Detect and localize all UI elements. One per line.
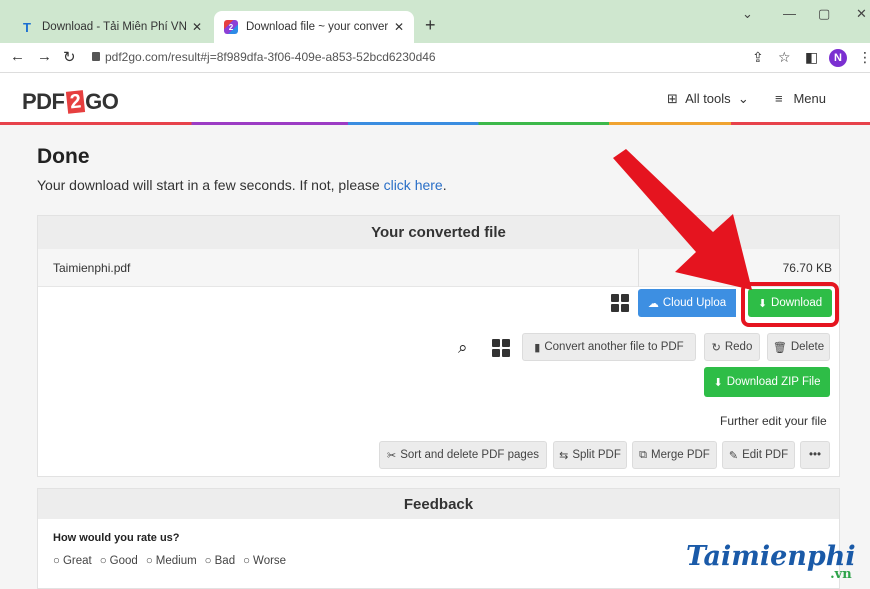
download-zip-button[interactable]: ⬇ Download ZIP File	[704, 367, 830, 397]
split-pdf-button[interactable]: ⇆ Split PDF	[553, 441, 627, 469]
address-bar: ← → ↻ pdf2go.com/result#j=8f989dfa-3f06-…	[0, 43, 870, 73]
close-window-icon[interactable]: ✕	[856, 6, 867, 22]
rating-options: Great Good Medium Bad Worse	[53, 555, 286, 567]
site-header: PDF 2 GO ⊞ All tools ⌄ ≡ Menu	[0, 73, 870, 125]
edit-pdf-button[interactable]: ✎ Edit PDF	[722, 441, 795, 469]
all-tools-menu[interactable]: ⊞ All tools ⌄	[667, 91, 749, 107]
cloud-upload-button[interactable]: ☁ Cloud Uploa	[638, 289, 736, 317]
trash-icon: 🗑	[772, 341, 787, 354]
sort-delete-label: Sort and delete PDF pages	[400, 449, 539, 461]
page-title: Done	[37, 145, 90, 168]
logo-text-mid: 2	[65, 90, 85, 114]
cloud-upload-icon: ☁	[647, 297, 659, 310]
tab-search-icon[interactable]: ⌄	[742, 6, 753, 22]
watermark-suffix: .vn	[830, 567, 852, 582]
browser-tab-taimienphi[interactable]: T Download - Tải Miễn Phí VN - Ph ✕	[10, 11, 212, 43]
redo-label: Redo	[724, 341, 753, 353]
url-field[interactable]: pdf2go.com/result#j=8f989dfa-3f06-409e-a…	[105, 50, 436, 64]
forward-icon[interactable]: →	[37, 48, 52, 65]
file-row: Taimienphi.pdf 76.70 KB	[38, 249, 839, 287]
file-icon: ▮	[534, 341, 541, 354]
rating-option-good[interactable]: Good	[100, 555, 138, 567]
edit-icon: ✎	[728, 449, 739, 462]
minimize-icon[interactable]: —	[783, 6, 796, 21]
browser-tab-strip: T Download - Tải Miễn Phí VN - Ph ✕ 2 Do…	[0, 0, 870, 43]
pdf2go-favicon-icon: 2	[224, 20, 238, 34]
merge-label: Merge PDF	[651, 449, 710, 461]
more-tools-button[interactable]: •••	[800, 441, 830, 469]
click-here-link[interactable]: click here	[384, 177, 443, 193]
reload-icon[interactable]: ↻	[63, 48, 76, 66]
taimienphi-watermark: Taimienphi .vn	[686, 541, 856, 582]
qr-code-icon[interactable]	[492, 339, 510, 357]
chevron-down-icon: ⌄	[737, 91, 749, 106]
divider	[638, 249, 639, 287]
menu-label: Menu	[793, 91, 826, 106]
split-icon: ⇆	[559, 449, 569, 462]
merge-icon: ⧉	[639, 448, 648, 461]
back-icon[interactable]: ←	[10, 48, 25, 65]
rating-option-bad[interactable]: Bad	[205, 555, 235, 567]
convert-another-label: Convert another file to PDF	[544, 341, 684, 353]
file-size: 76.70 KB	[782, 261, 832, 275]
hamburger-icon: ≡	[775, 91, 783, 106]
feedback-card: Feedback How would you rate us? Great Go…	[37, 488, 840, 589]
taimienphi-favicon-icon: T	[23, 19, 31, 35]
bookmark-star-icon[interactable]: ☆	[778, 49, 791, 66]
convert-another-button[interactable]: ▮ Convert another file to PDF	[522, 333, 696, 361]
tab-title: Download file ~ your conversion	[246, 21, 388, 33]
rating-option-medium[interactable]: Medium	[146, 555, 197, 567]
side-panel-icon[interactable]: ◧	[805, 49, 818, 66]
feedback-heading: Feedback	[38, 489, 839, 519]
maximize-icon[interactable]: ▢	[818, 6, 830, 22]
pdf2go-logo[interactable]: PDF 2 GO	[22, 89, 119, 115]
delete-button[interactable]: 🗑 Delete	[767, 333, 830, 361]
qr-code-icon[interactable]	[611, 294, 629, 312]
share-icon[interactable]: ⇪	[752, 49, 764, 66]
sort-delete-pages-button[interactable]: ✂ Sort and delete PDF pages	[379, 441, 547, 469]
tab-title: Download - Tải Miễn Phí VN - Ph	[42, 21, 186, 33]
menu-button[interactable]: ≡ Menu	[775, 91, 826, 106]
rating-question: How would you rate us?	[53, 532, 180, 544]
grid-icon: ⊞	[667, 91, 678, 106]
download-hint: Your download will start in a few second…	[37, 177, 447, 193]
rating-option-worse[interactable]: Worse	[243, 555, 286, 567]
close-tab-icon[interactable]: ✕	[192, 20, 202, 34]
browser-tab-pdf2go[interactable]: 2 Download file ~ your conversion ✕	[214, 11, 414, 43]
search-icon[interactable]: ⌕	[458, 338, 468, 358]
browser-menu-icon[interactable]: ⋮	[858, 49, 870, 66]
profile-avatar[interactable]: N	[829, 49, 847, 67]
new-tab-icon[interactable]: +	[425, 15, 436, 36]
hint-end: .	[442, 177, 447, 193]
further-edit-label: Further edit your file	[720, 414, 827, 428]
rating-option-great[interactable]: Great	[53, 555, 92, 567]
hint-text: Your download will start in a few second…	[37, 177, 384, 193]
split-label: Split PDF	[572, 449, 621, 461]
logo-text-right: GO	[85, 89, 119, 114]
cloud-upload-label: Cloud Uploa	[662, 297, 727, 309]
file-name: Taimienphi.pdf	[53, 261, 131, 275]
converted-file-heading: Your converted file	[38, 216, 839, 249]
delete-label: Delete	[790, 341, 825, 353]
edit-label: Edit PDF	[742, 449, 789, 461]
scissors-icon: ✂	[387, 449, 397, 462]
logo-text-left: PDF	[22, 89, 65, 114]
download-icon: ⬇	[713, 376, 723, 389]
close-tab-icon[interactable]: ✕	[394, 20, 404, 34]
merge-pdf-button[interactable]: ⧉ Merge PDF	[632, 441, 717, 469]
redo-icon: ↻	[711, 341, 721, 354]
redo-button[interactable]: ↻ Redo	[704, 333, 760, 361]
download-highlight-box	[741, 282, 839, 327]
all-tools-label: All tools	[685, 91, 731, 106]
download-zip-label: Download ZIP File	[726, 376, 821, 388]
lock-icon	[92, 52, 100, 61]
